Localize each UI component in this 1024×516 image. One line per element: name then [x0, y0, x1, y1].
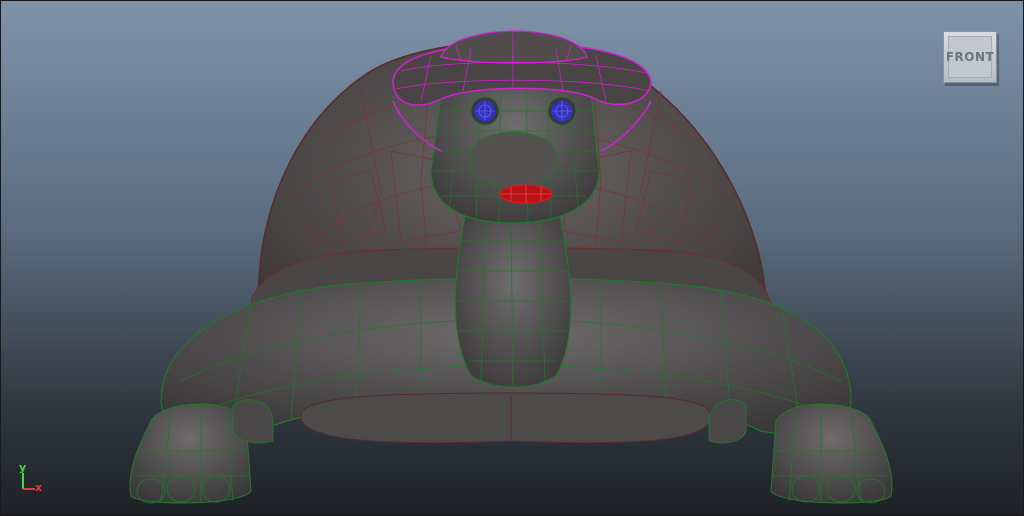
axis-gizmo: y x	[15, 459, 55, 499]
axis-y-label: y	[19, 461, 27, 474]
turtle-model[interactable]	[1, 1, 1024, 516]
axis-x-label: x	[35, 481, 43, 494]
view-cube-front-face[interactable]: FRONT	[946, 36, 994, 78]
front-left-leg[interactable]	[129, 399, 274, 504]
mouth[interactable]	[499, 184, 553, 204]
front-right-leg[interactable]	[708, 399, 893, 504]
right-eye[interactable]	[547, 96, 577, 126]
left-eye[interactable]	[470, 96, 500, 126]
maya-viewport[interactable]: FRONT y x	[0, 0, 1024, 516]
view-cube[interactable]: FRONT	[943, 31, 997, 83]
